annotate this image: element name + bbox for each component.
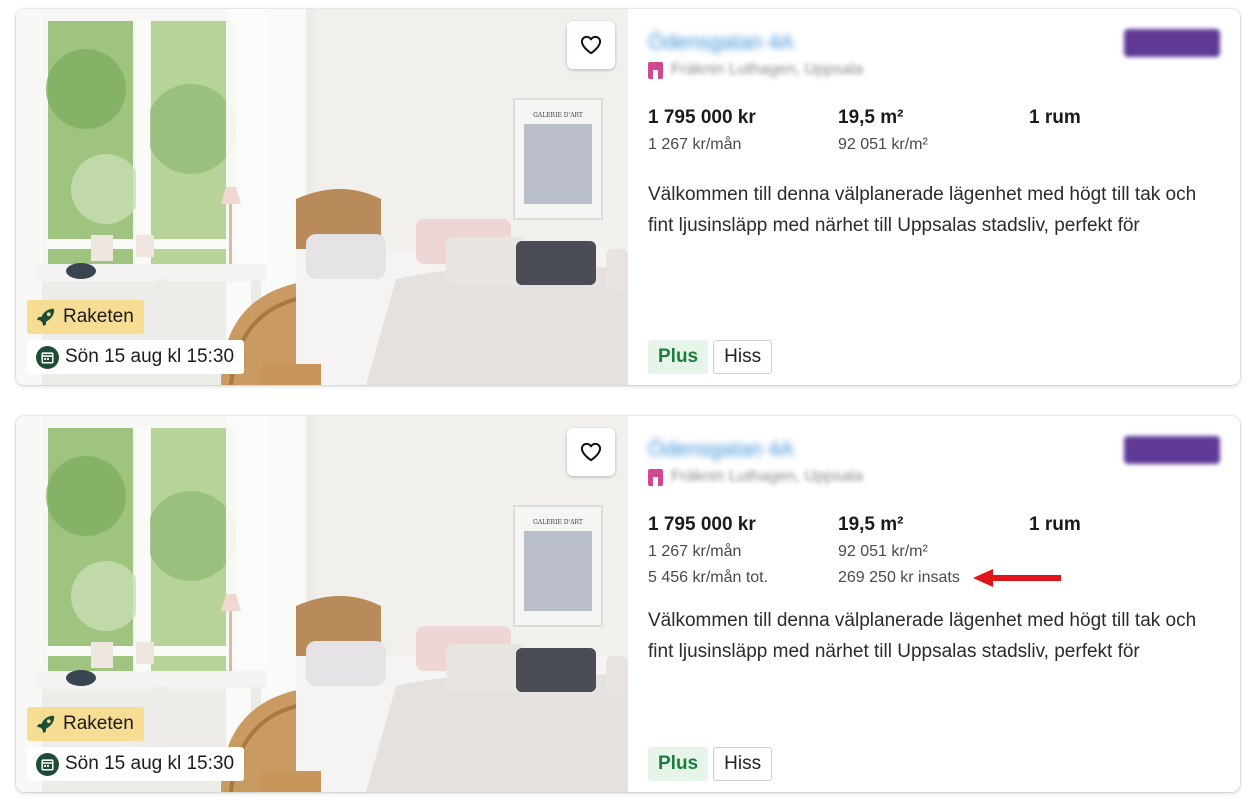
monthly-fee: 1 267 kr/mån: [648, 136, 742, 153]
premium-pill: [1124, 436, 1220, 464]
calendar-icon: [36, 345, 59, 369]
living-area: 19,5 m²: [838, 107, 904, 128]
rooms: 1 rum: [1029, 107, 1081, 128]
raketen-badge: Raketen: [27, 707, 144, 741]
heart-icon: [580, 35, 602, 55]
tag-hiss: Hiss: [713, 747, 773, 781]
tag-plus: Plus: [648, 747, 709, 781]
listing-address[interactable]: Ödensgatan 4A: [648, 438, 794, 462]
rocket-icon: [35, 306, 57, 328]
area-pin-icon: [648, 61, 663, 79]
listing-description: Välkommen till denna välplanerade lägenh…: [648, 184, 1197, 236]
tag-hiss: Hiss: [713, 340, 773, 374]
area-pin-icon: [648, 468, 663, 486]
calendar-icon: [36, 752, 59, 776]
raketen-label: Raketen: [63, 713, 134, 734]
area-label: Fräknin Luthagen, Uppsala: [671, 468, 864, 485]
viewing-label: Sön 15 aug kl 15:30: [65, 753, 235, 774]
listing-card-2[interactable]: GALERIE D'ART Raketen Sön 15 aug kl 15:3…: [16, 416, 1240, 792]
premium-pill: [1124, 29, 1220, 57]
living-area: 19,5 m²: [838, 514, 904, 535]
svg-text:GALERIE D'ART: GALERIE D'ART: [533, 519, 583, 526]
listing-description: Välkommen till denna välplanerade lägenh…: [648, 610, 1197, 662]
listing-area: Fräknin Luthagen, Uppsala: [648, 61, 863, 79]
annotation-arrow: [973, 569, 1061, 587]
listing-details: Ödensgatan 4A Fräknin Luthagen, Uppsala …: [628, 416, 1240, 792]
viewing-label: Sön 15 aug kl 15:30: [65, 346, 235, 367]
viewing-badge: Sön 15 aug kl 15:30: [27, 340, 245, 374]
listing-stats: 1 795 000 kr 1 267 kr/mån 5 456 kr/mån t…: [648, 514, 1220, 604]
listing-area: Fräknin Luthagen, Uppsala: [648, 468, 863, 486]
tag-plus: Plus: [648, 340, 709, 374]
price-per-m2: 92 051 kr/m²: [838, 543, 928, 560]
insats: 269 250 kr insats: [838, 569, 960, 586]
listing-address[interactable]: Ödensgatan 4A: [648, 31, 794, 55]
tag-list: Plus Hiss: [648, 340, 773, 374]
rocket-icon: [35, 713, 57, 735]
favorite-button[interactable]: [567, 21, 615, 69]
total-monthly-cost: 5 456 kr/mån tot.: [648, 569, 769, 586]
favorite-button[interactable]: [567, 428, 615, 476]
monthly-fee: 1 267 kr/mån: [648, 543, 742, 560]
listing-details: Ödensgatan 4A Fräknin Luthagen, Uppsala …: [628, 9, 1240, 385]
raketen-badge: Raketen: [27, 300, 144, 334]
price: 1 795 000 kr: [648, 107, 756, 128]
tag-list: Plus Hiss: [648, 747, 773, 781]
svg-text:GALERIE D'ART: GALERIE D'ART: [533, 112, 583, 119]
rooms: 1 rum: [1029, 514, 1081, 535]
area-label: Fräknin Luthagen, Uppsala: [671, 61, 864, 78]
price: 1 795 000 kr: [648, 514, 756, 535]
raketen-label: Raketen: [63, 306, 134, 327]
price-per-m2: 92 051 kr/m²: [838, 136, 928, 153]
heart-icon: [580, 442, 602, 462]
listing-card-1[interactable]: GALERIE D'ART Raketen Sön 15 aug kl 15:3…: [16, 9, 1240, 385]
viewing-badge: Sön 15 aug kl 15:30: [27, 747, 245, 781]
